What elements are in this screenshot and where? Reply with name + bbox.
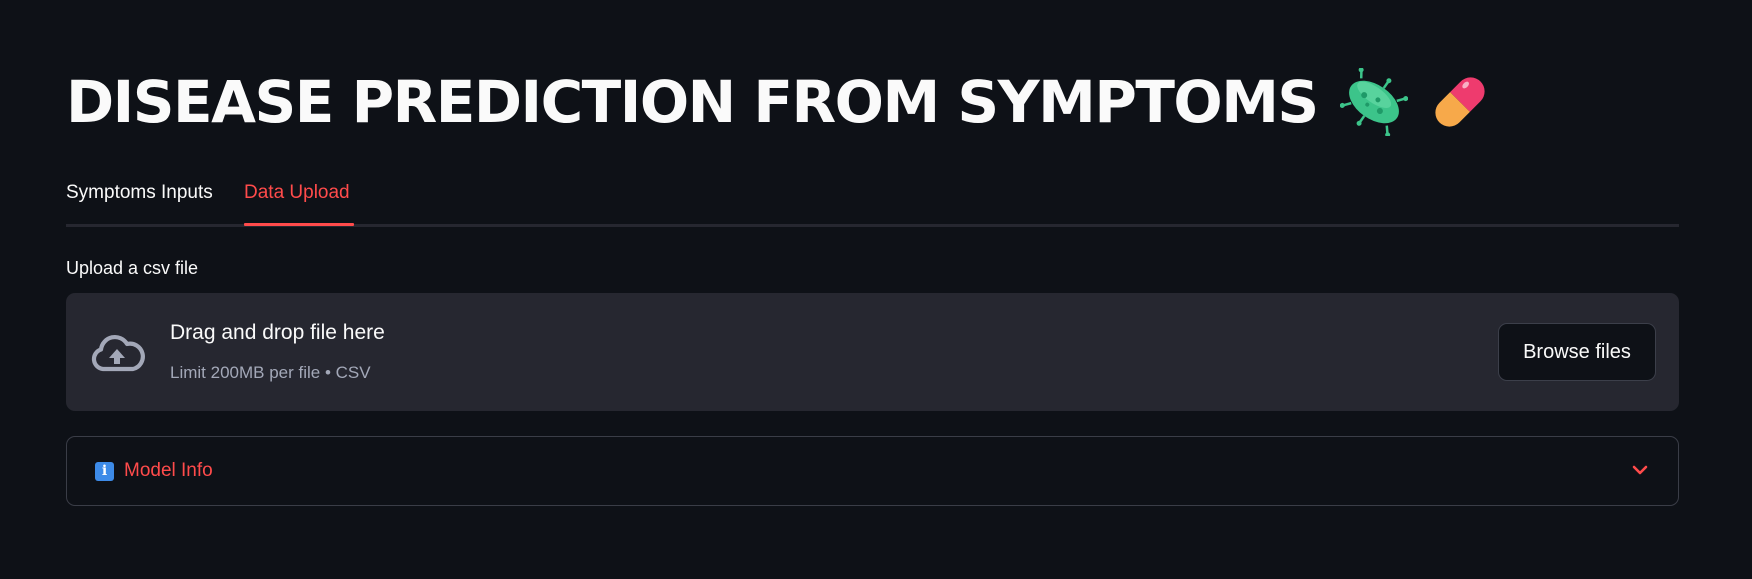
tab-data-upload[interactable]: Data Upload (244, 182, 350, 227)
tab-symptoms-inputs[interactable]: Symptoms Inputs (66, 182, 213, 227)
cloud-upload-icon (91, 334, 145, 372)
tab-active-indicator (244, 223, 354, 226)
file-dropzone[interactable]: Drag and drop file here Limit 200MB per … (66, 293, 1679, 411)
dropzone-hint: Limit 200MB per file • CSV (170, 363, 371, 382)
page-title: DISEASE PREDICTION FROM SYMPTOMS (66, 68, 1319, 136)
dropzone-title: Drag and drop file here (170, 321, 385, 344)
page-header: DISEASE PREDICTION FROM SYMPTOMS (66, 62, 1494, 142)
microbe-icon (1339, 68, 1408, 136)
expander-label: Model Info (124, 460, 213, 481)
model-info-expander[interactable]: i Model Info (66, 436, 1679, 506)
tab-bar: Symptoms Inputs Data Upload (66, 176, 1679, 227)
file-uploader-label: Upload a csv file (66, 258, 199, 278)
title-emojis (1339, 68, 1494, 136)
chevron-down-icon[interactable] (1632, 464, 1648, 476)
browse-files-button[interactable]: Browse files (1498, 323, 1656, 381)
info-icon: i (95, 462, 114, 481)
pill-icon (1435, 77, 1485, 127)
